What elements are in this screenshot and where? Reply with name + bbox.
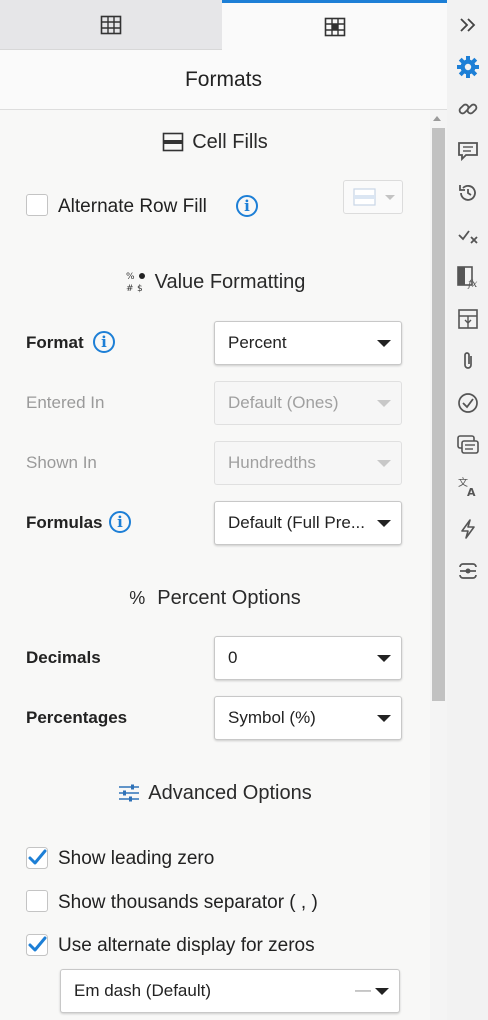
- percent-icon: %: [129, 587, 146, 608]
- show-leading-zero-checkbox[interactable]: [26, 847, 48, 869]
- entered-in-label: Entered In: [26, 393, 105, 412]
- right-rail: fx 文 A: [447, 0, 488, 1020]
- formulas-label: Formulas: [26, 513, 103, 532]
- link-icon[interactable]: [455, 96, 481, 122]
- svg-text:fx: fx: [467, 279, 478, 289]
- chevron-down-icon: [377, 340, 391, 347]
- use-alternate-zeros-label: Use alternate display for zeros: [58, 935, 315, 956]
- chevron-down-icon: [375, 988, 389, 995]
- chevron-down-icon: [377, 460, 391, 467]
- chevron-down-icon: [377, 715, 391, 722]
- entered-in-dropdown: Default (Ones): [214, 381, 402, 425]
- collapse-icon[interactable]: [455, 12, 481, 38]
- zero-display-preview: —: [355, 982, 371, 999]
- cell-fills-heading: Cell Fills: [0, 128, 430, 156]
- panel-scrollbar[interactable]: [430, 110, 447, 1020]
- percent-options-heading: % Percent Options: [129, 586, 301, 609]
- decimals-dropdown[interactable]: 0: [214, 636, 402, 680]
- svg-text:#: #: [126, 284, 134, 294]
- comment-icon[interactable]: [455, 138, 481, 164]
- gear-icon[interactable]: [455, 54, 481, 80]
- cell-fill-icon: [162, 132, 184, 152]
- format-info-icon[interactable]: i: [93, 331, 115, 353]
- alternate-row-fill-info-icon[interactable]: i: [236, 195, 258, 217]
- alternate-row-fill-label: Alternate Row Fill: [58, 196, 207, 217]
- connector-icon[interactable]: [455, 558, 481, 584]
- use-alternate-zeros-checkbox[interactable]: [26, 934, 48, 956]
- show-thousands-separator-label: Show thousands separator ( , ): [58, 892, 318, 913]
- panel-title: Formats: [0, 50, 447, 110]
- cell-history-icon[interactable]: [455, 222, 481, 248]
- translate-icon[interactable]: 文 A: [455, 474, 481, 500]
- attachment-icon[interactable]: [455, 348, 481, 374]
- checkbox-checked-icon: [26, 934, 48, 956]
- shown-in-dropdown: Hundredths: [214, 441, 402, 485]
- color-swatch-icon: [353, 188, 376, 206]
- decimals-label: Decimals: [26, 648, 101, 667]
- advanced-options-heading: Advanced Options: [0, 779, 430, 807]
- shown-in-label: Shown In: [26, 453, 97, 472]
- alternate-row-color-picker[interactable]: [343, 180, 403, 214]
- sliders-icon: [118, 783, 140, 803]
- format-label: Format: [26, 333, 84, 352]
- cell-format-icon: [324, 17, 345, 36]
- value-format-icon: % # $: [125, 270, 147, 294]
- checkbox-checked-icon: [26, 847, 48, 869]
- svg-text:%: %: [126, 272, 135, 282]
- scroll-thumb[interactable]: [432, 128, 445, 701]
- formulas-info-icon[interactable]: i: [109, 511, 131, 533]
- zero-display-dropdown[interactable]: Em dash (Default) —: [60, 969, 400, 1013]
- percentages-dropdown[interactable]: Symbol (%): [214, 696, 402, 740]
- grid-icon: [100, 15, 122, 34]
- show-thousands-separator-checkbox[interactable]: [26, 890, 48, 912]
- formulas-dropdown[interactable]: Default (Full Pre...: [214, 501, 402, 545]
- chevron-down-icon: [377, 655, 391, 662]
- value-formatting-heading: % # $ Value Formatting: [125, 270, 306, 295]
- format-dropdown[interactable]: Percent: [214, 321, 402, 365]
- summary-icon[interactable]: [455, 432, 481, 458]
- chevron-down-icon: [377, 520, 391, 527]
- svg-text:$: $: [137, 284, 143, 294]
- lightning-icon[interactable]: [455, 516, 481, 542]
- show-leading-zero-label: Show leading zero: [58, 848, 215, 869]
- chevron-down-icon: [385, 195, 395, 200]
- formats-panel: Cell Fills Alternate Row Fill i % # $ Va…: [0, 110, 430, 1020]
- alternate-row-fill-checkbox[interactable]: [26, 194, 48, 216]
- check-circle-icon[interactable]: [455, 390, 481, 416]
- grid-select-icon[interactable]: [455, 306, 481, 332]
- scroll-up-icon[interactable]: [433, 116, 441, 121]
- tab-cell-format[interactable]: [222, 0, 447, 50]
- formula-icon[interactable]: fx: [455, 264, 481, 290]
- chevron-down-icon: [377, 400, 391, 407]
- history-icon[interactable]: [455, 180, 481, 206]
- percentages-label: Percentages: [26, 708, 128, 727]
- tab-grid[interactable]: [0, 0, 222, 50]
- tab-bar: [0, 0, 447, 50]
- svg-text:A: A: [467, 486, 476, 498]
